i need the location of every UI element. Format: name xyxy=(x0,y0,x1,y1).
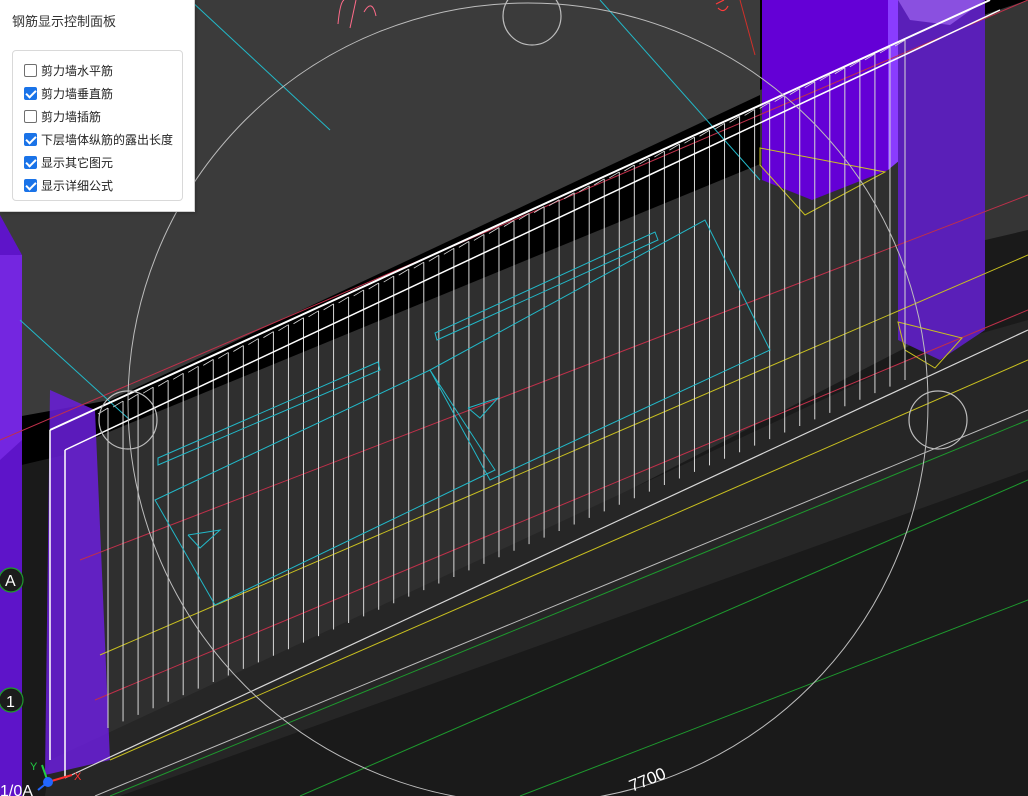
option-shear-wall-horizontal-rebar[interactable]: 剪力墙水平筋 xyxy=(13,59,182,82)
checkbox-shear-wall-horizontal-rebar[interactable] xyxy=(24,64,37,77)
column-left-face xyxy=(0,255,22,460)
axis-label-1: 1 xyxy=(6,694,15,711)
option-label: 下层墙体纵筋的露出长度 xyxy=(41,133,174,147)
option-group: 剪力墙水平筋 剪力墙垂直筋 剪力墙插筋 下层墙体纵筋的露出长度 显示其它图元 显… xyxy=(12,50,183,201)
axis-label-1-0a: 1/0A xyxy=(0,783,33,796)
checkbox-show-detailed-formula[interactable] xyxy=(24,179,37,192)
column-right xyxy=(898,0,985,360)
axis-label-a: A xyxy=(5,573,16,590)
option-label: 显示详细公式 xyxy=(41,179,114,193)
3d-viewport[interactable]: A 1 1/0A 7700 Y X 钢筋显示控制面板 剪力墙水平筋 剪力墙垂直筋… xyxy=(0,0,1028,796)
option-shear-wall-vertical-rebar[interactable]: 剪力墙垂直筋 xyxy=(13,82,182,105)
option-label: 剪力墙插筋 xyxy=(41,110,102,124)
option-lower-wall-exposed-length[interactable]: 下层墙体纵筋的露出长度 xyxy=(13,128,182,151)
gizmo-center xyxy=(43,777,53,787)
option-label: 显示其它图元 xyxy=(41,156,114,170)
checkbox-shear-wall-dowel-rebar[interactable] xyxy=(24,110,37,123)
option-shear-wall-dowel-rebar[interactable]: 剪力墙插筋 xyxy=(13,105,182,128)
rebar-display-control-panel: 钢筋显示控制面板 剪力墙水平筋 剪力墙垂直筋 剪力墙插筋 下层墙体纵筋的露出长度… xyxy=(0,0,195,212)
option-show-detailed-formula[interactable]: 显示详细公式 xyxy=(13,174,182,197)
checkbox-shear-wall-vertical-rebar[interactable] xyxy=(24,87,37,100)
option-label: 剪力墙垂直筋 xyxy=(41,87,114,101)
checkbox-lower-wall-exposed-length[interactable] xyxy=(24,133,37,146)
column-back xyxy=(762,0,888,200)
panel-title: 钢筋显示控制面板 xyxy=(12,15,117,30)
checkbox-show-other-elements[interactable] xyxy=(24,156,37,169)
option-label: 剪力墙水平筋 xyxy=(41,64,114,78)
option-show-other-elements[interactable]: 显示其它图元 xyxy=(13,151,182,174)
gizmo-label-y: Y xyxy=(30,761,38,773)
gizmo-label-x: X xyxy=(74,771,82,783)
